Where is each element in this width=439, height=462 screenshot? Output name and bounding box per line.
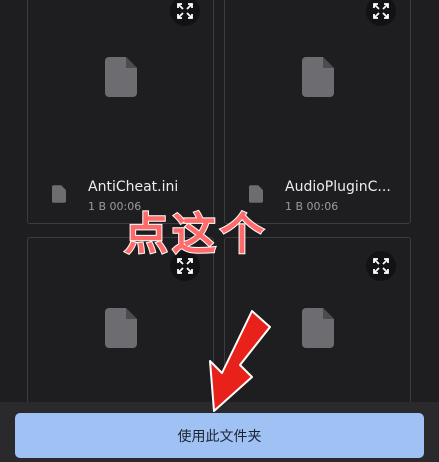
file-name: AudioPluginC... — [285, 179, 391, 195]
file-icon — [105, 308, 137, 352]
use-this-folder-label: 使用此文件夹 — [177, 428, 262, 445]
file-tile[interactable]: AntiCheat.ini 1 B 00:06 — [27, 0, 214, 224]
red-arrow-icon — [200, 305, 280, 419]
annotation-text: 点这个 — [123, 208, 268, 261]
file-icon — [52, 185, 66, 207]
file-icon — [302, 308, 334, 352]
use-this-folder-button[interactable]: 使用此文件夹 — [15, 413, 424, 458]
file-tile[interactable]: AudioPluginC... 1 B 00:06 — [224, 0, 411, 224]
file-name: AntiCheat.ini — [88, 179, 179, 195]
file-icon — [105, 57, 137, 101]
expand-icon[interactable] — [366, 251, 396, 281]
file-icon — [302, 57, 334, 101]
